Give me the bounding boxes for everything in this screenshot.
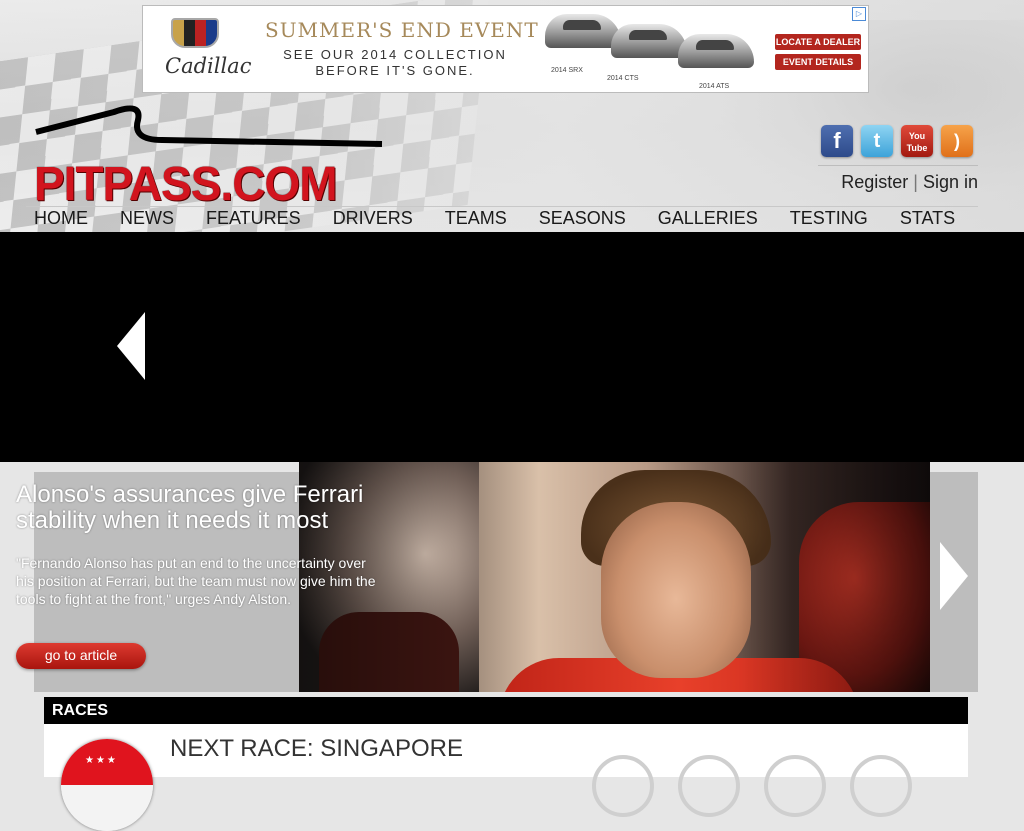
event-details-button[interactable]: EVENT DETAILS — [775, 54, 861, 70]
nav-stats[interactable]: STATS — [892, 207, 963, 231]
nav-news[interactable]: NEWS — [112, 207, 182, 231]
countdown-circle — [764, 755, 826, 817]
car-caption: 2014 SRX — [551, 67, 583, 74]
account-links: Register | Sign in — [841, 172, 978, 192]
nav-drivers[interactable]: DRIVERS — [325, 207, 421, 231]
register-link[interactable]: Register — [841, 172, 908, 192]
ad-headline: SUMMER'S END EVENT — [265, 18, 539, 42]
facebook-icon[interactable]: f — [821, 125, 853, 157]
nav-home[interactable]: HOME — [26, 207, 96, 231]
car-caption: 2014 ATS — [699, 83, 730, 90]
ad-subline: SEE OUR 2014 COLLECTION BEFORE IT'S GONE… — [283, 47, 507, 78]
slide-title[interactable]: Alonso's assurances give Ferrari stabili… — [16, 482, 406, 534]
ad-brand: Cadillac — [165, 54, 252, 78]
logo-text: PITPASS.COM — [34, 155, 338, 211]
arrow-left-icon[interactable] — [117, 312, 145, 380]
nav-testing[interactable]: TESTING — [782, 207, 876, 231]
nav-seasons[interactable]: SEASONS — [531, 207, 634, 231]
countdown-circle — [678, 755, 740, 817]
next-race-title[interactable]: NEXT RACE: SINGAPORE — [170, 735, 463, 763]
cadillac-crest-icon — [171, 18, 219, 48]
signin-link[interactable]: Sign in — [923, 172, 978, 192]
car-image — [678, 34, 754, 68]
ad-banner[interactable]: Cadillac SUMMER'S END EVENT SEE OUR 2014… — [142, 5, 869, 93]
slide-excerpt: "Fernando Alonso has put an end to the u… — [16, 555, 376, 607]
locate-dealer-button[interactable]: LOCATE A DEALER — [775, 34, 861, 50]
divider — [818, 165, 978, 166]
main-nav: HOME NEWS FEATURES DRIVERS TEAMS SEASONS… — [26, 207, 979, 231]
countdown-circle — [592, 755, 654, 817]
car-image — [545, 14, 621, 48]
arrow-right-icon[interactable] — [940, 542, 968, 610]
nav-teams[interactable]: TEAMS — [437, 207, 515, 231]
youtube-icon[interactable]: You Tube — [901, 125, 933, 157]
rss-icon[interactable]: ) — [941, 125, 973, 157]
races-header: RACES — [44, 697, 968, 724]
adchoices-icon[interactable]: ▷ — [852, 7, 866, 21]
car-caption: 2014 CTS — [607, 75, 639, 82]
countdown-circle — [850, 755, 912, 817]
nav-features[interactable]: FEATURES — [198, 207, 309, 231]
car-image — [611, 24, 687, 58]
nav-galleries[interactable]: GALLERIES — [650, 207, 766, 231]
races-panel: RACES ★★★ NEXT RACE: SINGAPORE — [44, 697, 968, 831]
slider-stage — [0, 232, 1024, 462]
singapore-flag-icon: ★★★ — [61, 739, 153, 831]
site-logo[interactable]: PITPASS.COM — [34, 98, 394, 210]
go-to-article-button[interactable]: go to article — [16, 643, 146, 669]
twitter-icon[interactable]: t — [861, 125, 893, 157]
